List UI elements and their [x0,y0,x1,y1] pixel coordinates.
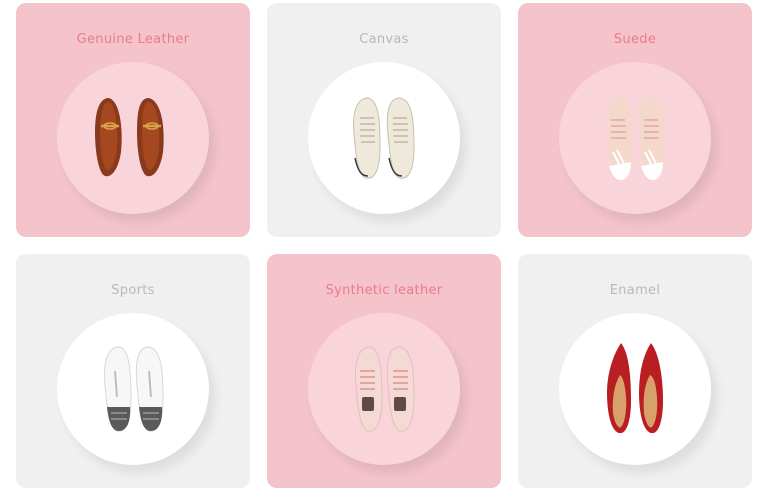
product-disc [57,62,209,214]
card-title: Enamel [609,283,661,298]
product-disc [308,62,460,214]
card-title: Suede [613,32,657,47]
product-disc [559,62,711,214]
suede-sneakers-icon [606,96,665,181]
card-title: Canvas [359,32,409,47]
category-card-canvas[interactable]: Canvas [267,3,501,237]
canvas-sneakers-icon [353,97,415,179]
card-title: Genuine Leather [76,32,190,47]
product-disc [559,313,711,465]
product-disc [308,313,460,465]
category-card-sports[interactable]: Sports [16,254,250,488]
category-card-synthetic-leather[interactable]: Synthetic leather [267,254,501,488]
category-card-suede[interactable]: Suede [518,3,752,237]
category-card-genuine-leather[interactable]: Genuine Leather [16,3,250,237]
sports-sneakers-icon [104,346,164,432]
card-title: Synthetic leather [325,283,443,298]
leather-loafers-icon [95,98,164,177]
category-card-enamel[interactable]: Enamel [518,254,752,488]
product-disc [57,313,209,465]
card-title: Sports [111,283,155,298]
synthetic-leather-sneakers-icon [355,346,415,432]
enamel-flats-icon [607,343,663,434]
